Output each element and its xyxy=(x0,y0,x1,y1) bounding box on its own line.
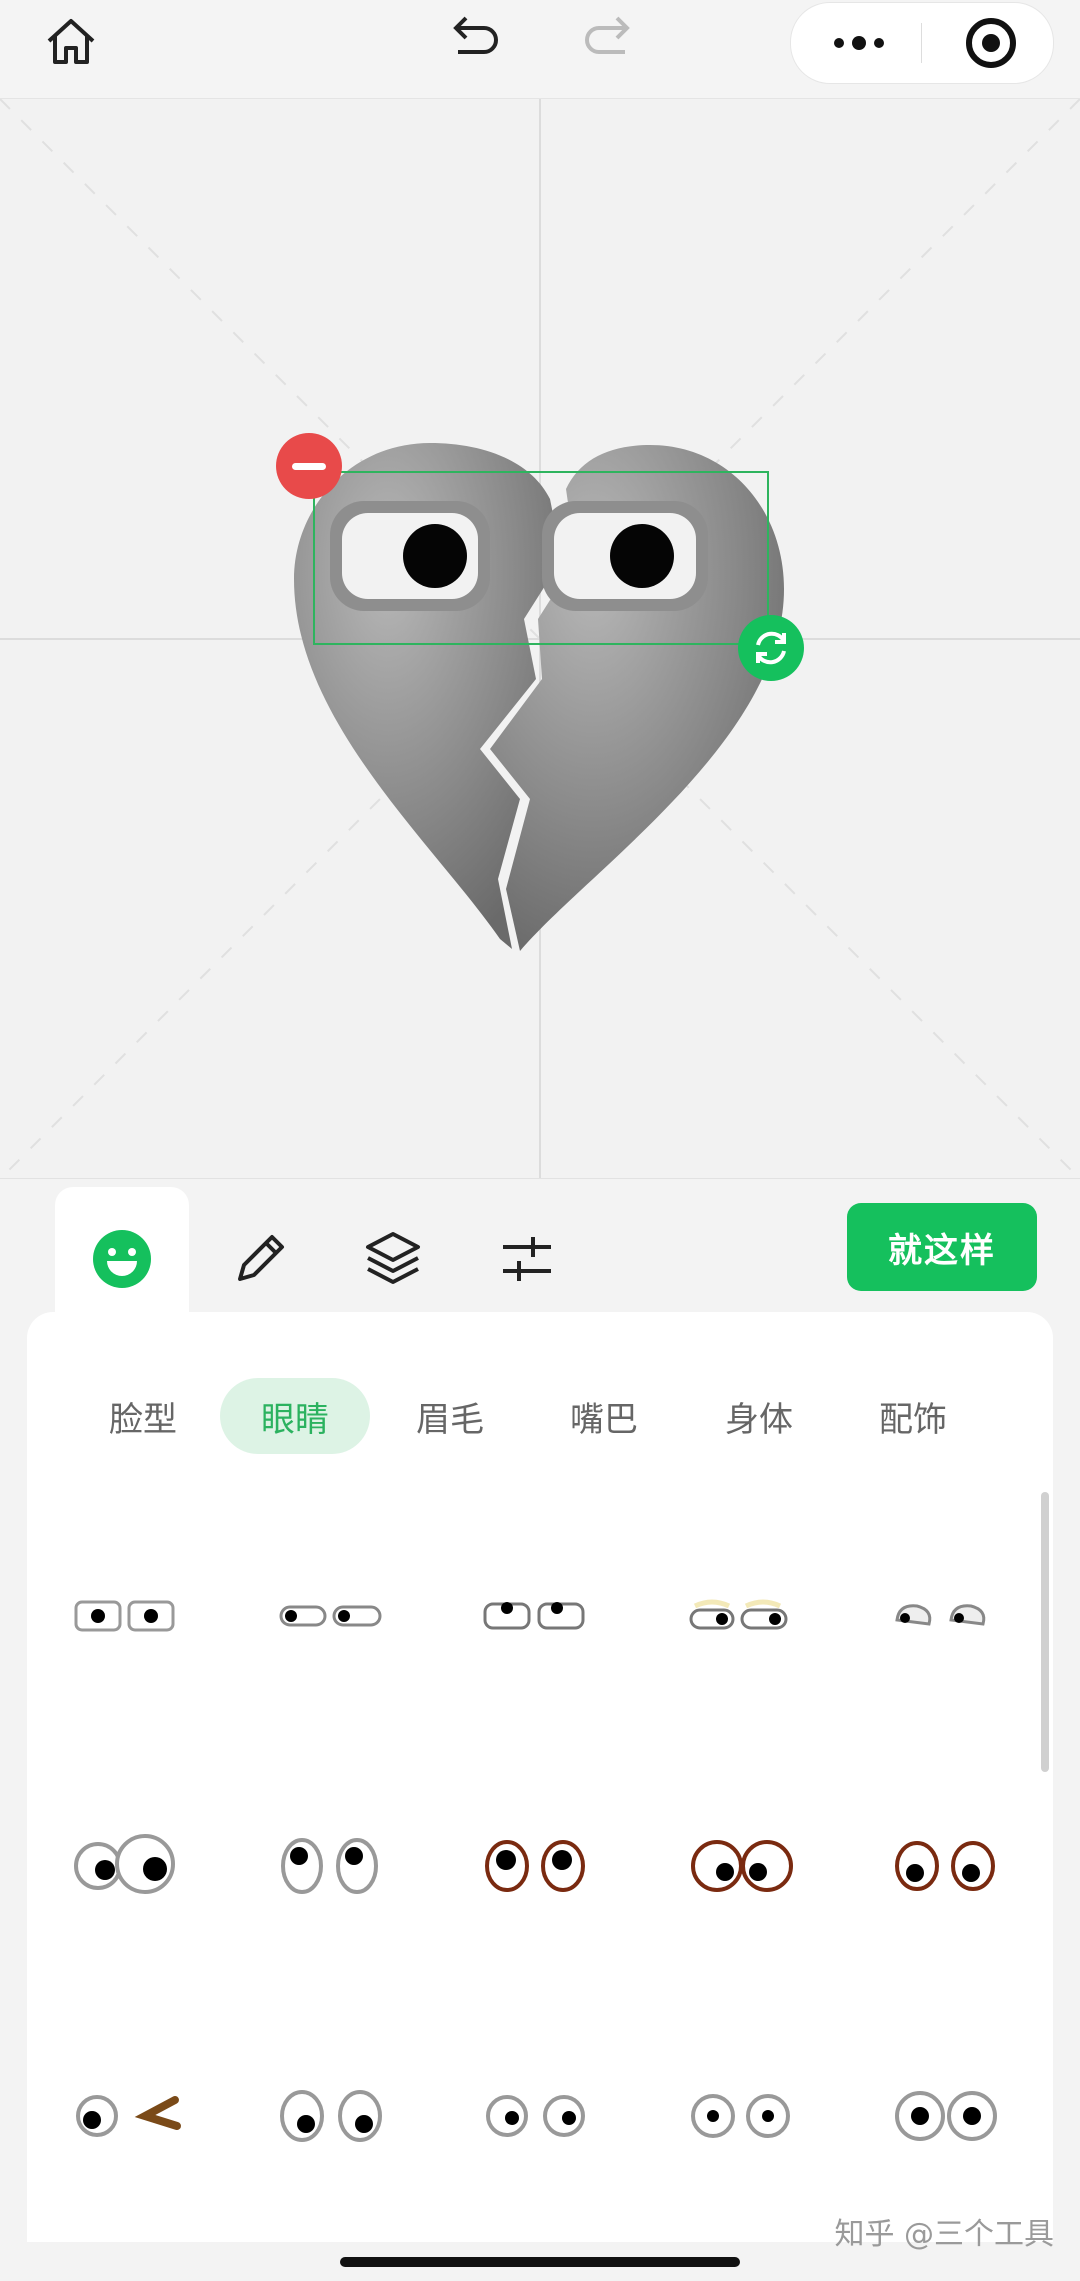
tab-body[interactable]: 身体 xyxy=(684,1378,834,1454)
confirm-button[interactable]: 就这样 xyxy=(847,1203,1037,1291)
undo-icon[interactable] xyxy=(445,4,509,64)
tab-accessories[interactable]: 配饰 xyxy=(838,1378,988,1454)
rotate-icon xyxy=(756,631,786,665)
eyes-option-1[interactable] xyxy=(74,1600,175,1632)
home-icon[interactable] xyxy=(36,8,106,74)
capsule-divider xyxy=(921,23,922,63)
sticker-canvas[interactable] xyxy=(0,98,1080,1180)
category-tabs: 脸型 眼睛 眉毛 嘴巴 身体 配饰 xyxy=(27,1378,1053,1458)
home-indicator[interactable] xyxy=(340,2257,740,2267)
delete-handle[interactable] xyxy=(276,433,342,499)
mini-program-capsule xyxy=(790,2,1054,84)
top-bar xyxy=(0,0,1080,98)
eyes-option-14[interactable] xyxy=(691,2094,790,2138)
eyes-option-4[interactable] xyxy=(689,1599,788,1630)
eyes-option-5[interactable] xyxy=(895,1604,986,1626)
eyes-option-8[interactable] xyxy=(485,1840,585,1892)
watermark-text: 知乎 @三个工具 xyxy=(834,2217,1054,2252)
record-icon[interactable] xyxy=(951,13,1031,73)
eyes-option-13[interactable] xyxy=(486,2095,585,2137)
tab-eyes[interactable]: 眼睛 xyxy=(220,1378,370,1454)
eyes-option-6[interactable] xyxy=(74,1834,175,1894)
eyes-option-11[interactable] xyxy=(76,2095,181,2137)
selection-box[interactable] xyxy=(313,471,769,645)
eyes-option-7[interactable] xyxy=(281,1838,378,1894)
eyes-option-12[interactable] xyxy=(280,2090,382,2142)
more-icon[interactable] xyxy=(819,13,899,73)
eyes-option-3[interactable] xyxy=(483,1602,585,1630)
eyes-options xyxy=(74,1599,997,2142)
tab-eyebrows[interactable]: 眉毛 xyxy=(375,1378,525,1454)
minus-icon xyxy=(292,462,326,470)
face-tool-icon[interactable] xyxy=(84,1221,160,1297)
layers-icon[interactable] xyxy=(355,1221,431,1297)
adjust-icon[interactable] xyxy=(489,1221,565,1297)
eyes-option-2[interactable] xyxy=(279,1605,382,1627)
eyes-option-15[interactable] xyxy=(895,2091,997,2141)
eyes-option-9[interactable] xyxy=(691,1840,793,1892)
tab-mouth[interactable]: 嘴巴 xyxy=(529,1378,679,1454)
redo-icon[interactable] xyxy=(574,4,638,64)
eyes-option-10[interactable] xyxy=(895,1841,995,1891)
pencil-icon[interactable] xyxy=(222,1221,298,1297)
rotate-handle[interactable] xyxy=(738,615,804,681)
tab-face-shape[interactable]: 脸型 xyxy=(68,1378,218,1454)
editor-toolbar: 就这样 xyxy=(0,1178,1080,1319)
parts-panel: 脸型 眼睛 眉毛 嘴巴 身体 配饰 xyxy=(27,1312,1053,2242)
